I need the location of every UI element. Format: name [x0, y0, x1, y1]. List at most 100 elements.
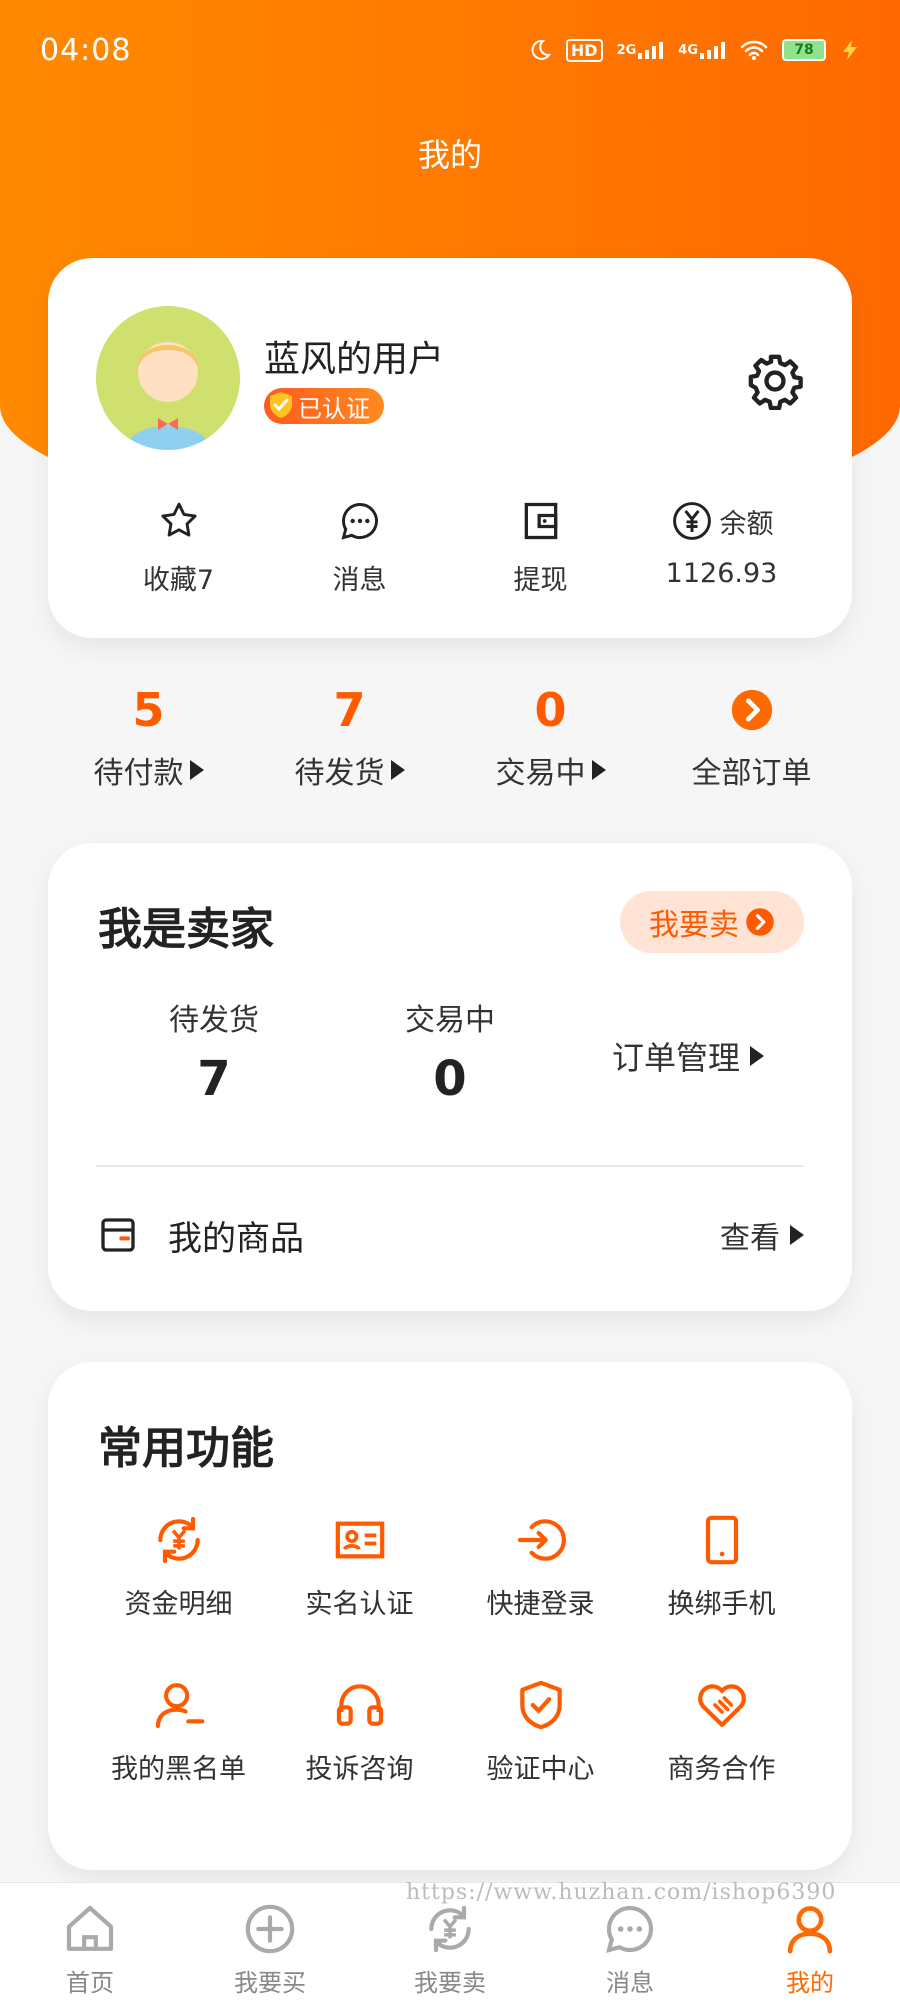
yen-cycle-icon	[429, 1905, 471, 1953]
triangle-right-icon	[750, 1046, 764, 1066]
chevron-right-circle-icon	[746, 908, 774, 936]
function-label: 商务合作	[667, 1754, 776, 1785]
triangle-right-icon	[390, 760, 405, 780]
page-title: 我的	[417, 136, 482, 174]
function-label: 换绑手机	[667, 1589, 776, 1620]
tab-label: 我要买	[234, 1969, 306, 1997]
verified-label: 已认证	[298, 394, 370, 423]
messages-label: 消息	[332, 565, 387, 596]
function-real-name[interactable]: 实名认证	[269, 1512, 450, 1621]
verified-badge: 已认证	[264, 388, 384, 424]
function-label: 资金明细	[124, 1589, 233, 1620]
functions-title: 常用功能	[98, 1423, 274, 1474]
my-goods-row[interactable]: 我的商品 查看	[98, 1205, 804, 1265]
phone-icon	[705, 1515, 738, 1565]
signal-2g-icon: 2G	[617, 41, 665, 59]
common-functions-card: 常用功能 资金明细 实名认证 快捷登录 换绑手机 我的黑名单 投诉咨询 验证中心	[48, 1362, 852, 1870]
view-label: 查看	[720, 1221, 780, 1256]
user-icon	[787, 1906, 833, 1954]
stat-value: 7	[197, 1051, 231, 1107]
tab-buy[interactable]: 我要买	[180, 1883, 360, 2007]
order-pending-shipment[interactable]: 7 待发货	[249, 680, 450, 792]
blacklist-user-icon	[155, 1683, 204, 1729]
order-in-trade[interactable]: 0 交易中	[450, 680, 651, 792]
orders-row: 5 待付款 7 待发货 0 交易中 全部订单	[48, 680, 852, 792]
function-verification[interactable]: 验证中心	[450, 1677, 631, 1786]
function-complaints[interactable]: 投诉咨询	[269, 1677, 450, 1786]
seller-pending-shipment[interactable]: 待发货 7	[96, 995, 332, 1107]
star-icon	[160, 502, 197, 537]
function-quick-login[interactable]: 快捷登录	[450, 1512, 631, 1621]
shield-check-icon	[519, 1680, 562, 1730]
order-label: 待发货	[294, 756, 385, 791]
function-change-phone[interactable]: 换绑手机	[631, 1512, 812, 1621]
battery-icon: 78	[782, 39, 826, 61]
handshake-heart-icon	[697, 1684, 746, 1727]
seller-card: 我是卖家 我要卖 待发货 7 交易中 0 订单管理 我的商品 查看	[48, 843, 852, 1311]
order-count: 5	[132, 683, 165, 737]
messages-button[interactable]: 消息	[269, 498, 450, 597]
network-4g-label: 4G	[678, 42, 698, 58]
home-icon	[66, 1905, 114, 1951]
sell-button[interactable]: 我要卖	[620, 891, 804, 953]
settings-gear-icon[interactable]	[746, 352, 804, 410]
favorites-button[interactable]: 收藏7	[88, 498, 269, 597]
seller-title: 我是卖家	[98, 904, 274, 955]
wallet-icon	[524, 502, 557, 540]
triangle-right-icon	[790, 1225, 804, 1245]
all-orders[interactable]: 全部订单	[651, 680, 852, 792]
chat-bubble-icon	[606, 1905, 654, 1953]
chevron-right-circle-icon	[729, 680, 775, 740]
order-management-link[interactable]: 订单管理	[612, 1033, 764, 1079]
my-goods-label: 我的商品	[168, 1218, 304, 1259]
balance-button[interactable]: 余额 1126.93	[631, 498, 812, 597]
yen-coin-icon	[672, 502, 711, 540]
stat-label: 待发货	[169, 1003, 259, 1038]
stat-value: 0	[433, 1051, 467, 1107]
triangle-right-icon	[591, 760, 606, 780]
watermark-text: https://www.huzhan.com/ishop6390	[406, 1880, 837, 1905]
username: 蓝风的用户	[264, 339, 445, 380]
function-label: 我的黑名单	[111, 1754, 246, 1785]
tab-label: 我要卖	[414, 1969, 486, 1997]
function-label: 投诉咨询	[305, 1754, 414, 1785]
chat-bubble-icon	[340, 503, 378, 540]
profile-card: 蓝风的用户 已认证 收藏7 消息 提现 余额 1126.93	[48, 258, 852, 638]
tab-home[interactable]: 首页	[0, 1883, 180, 2007]
tab-label: 消息	[606, 1969, 654, 1997]
balance-value: 1126.93	[665, 558, 778, 589]
function-blacklist[interactable]: 我的黑名单	[88, 1677, 269, 1786]
favorites-label: 收藏7	[142, 565, 215, 596]
status-icons: HD 2G 4G 78	[528, 38, 860, 62]
function-label: 快捷登录	[486, 1589, 595, 1620]
order-pending-payment[interactable]: 5 待付款	[48, 680, 249, 792]
login-icon	[517, 1519, 566, 1561]
order-label: 交易中	[495, 756, 586, 791]
fund-cycle-icon	[157, 1516, 200, 1564]
view-link[interactable]: 查看	[720, 1213, 804, 1257]
goods-box-icon	[101, 1218, 135, 1252]
hd-icon: HD	[565, 38, 603, 62]
status-bar: 04:08 HD 2G 4G 78	[0, 0, 900, 100]
seller-in-trade[interactable]: 交易中 0	[332, 995, 568, 1107]
divider	[96, 1165, 804, 1167]
order-label: 待付款	[93, 756, 184, 791]
triangle-right-icon	[189, 760, 204, 780]
withdraw-button[interactable]: 提现	[450, 498, 631, 597]
verified-shield-icon	[270, 392, 292, 418]
tab-label: 首页	[66, 1969, 114, 1997]
function-business[interactable]: 商务合作	[631, 1677, 812, 1786]
function-fund-details[interactable]: 资金明细	[88, 1512, 269, 1621]
functions-grid: 资金明细 实名认证 快捷登录 换绑手机 我的黑名单 投诉咨询 验证中心 商务合作	[88, 1512, 812, 1786]
withdraw-label: 提现	[513, 565, 568, 596]
balance-prefix: 余额	[719, 508, 774, 540]
wifi-icon	[740, 39, 768, 61]
order-label: 全部订单	[691, 756, 812, 791]
avatar[interactable]	[96, 306, 240, 450]
charging-icon	[840, 39, 860, 61]
id-card-icon	[335, 1521, 384, 1559]
network-2g-label: 2G	[616, 42, 637, 58]
order-count: 0	[534, 683, 567, 737]
order-count: 7	[333, 683, 366, 737]
order-management-label: 订单管理	[611, 1039, 740, 1077]
